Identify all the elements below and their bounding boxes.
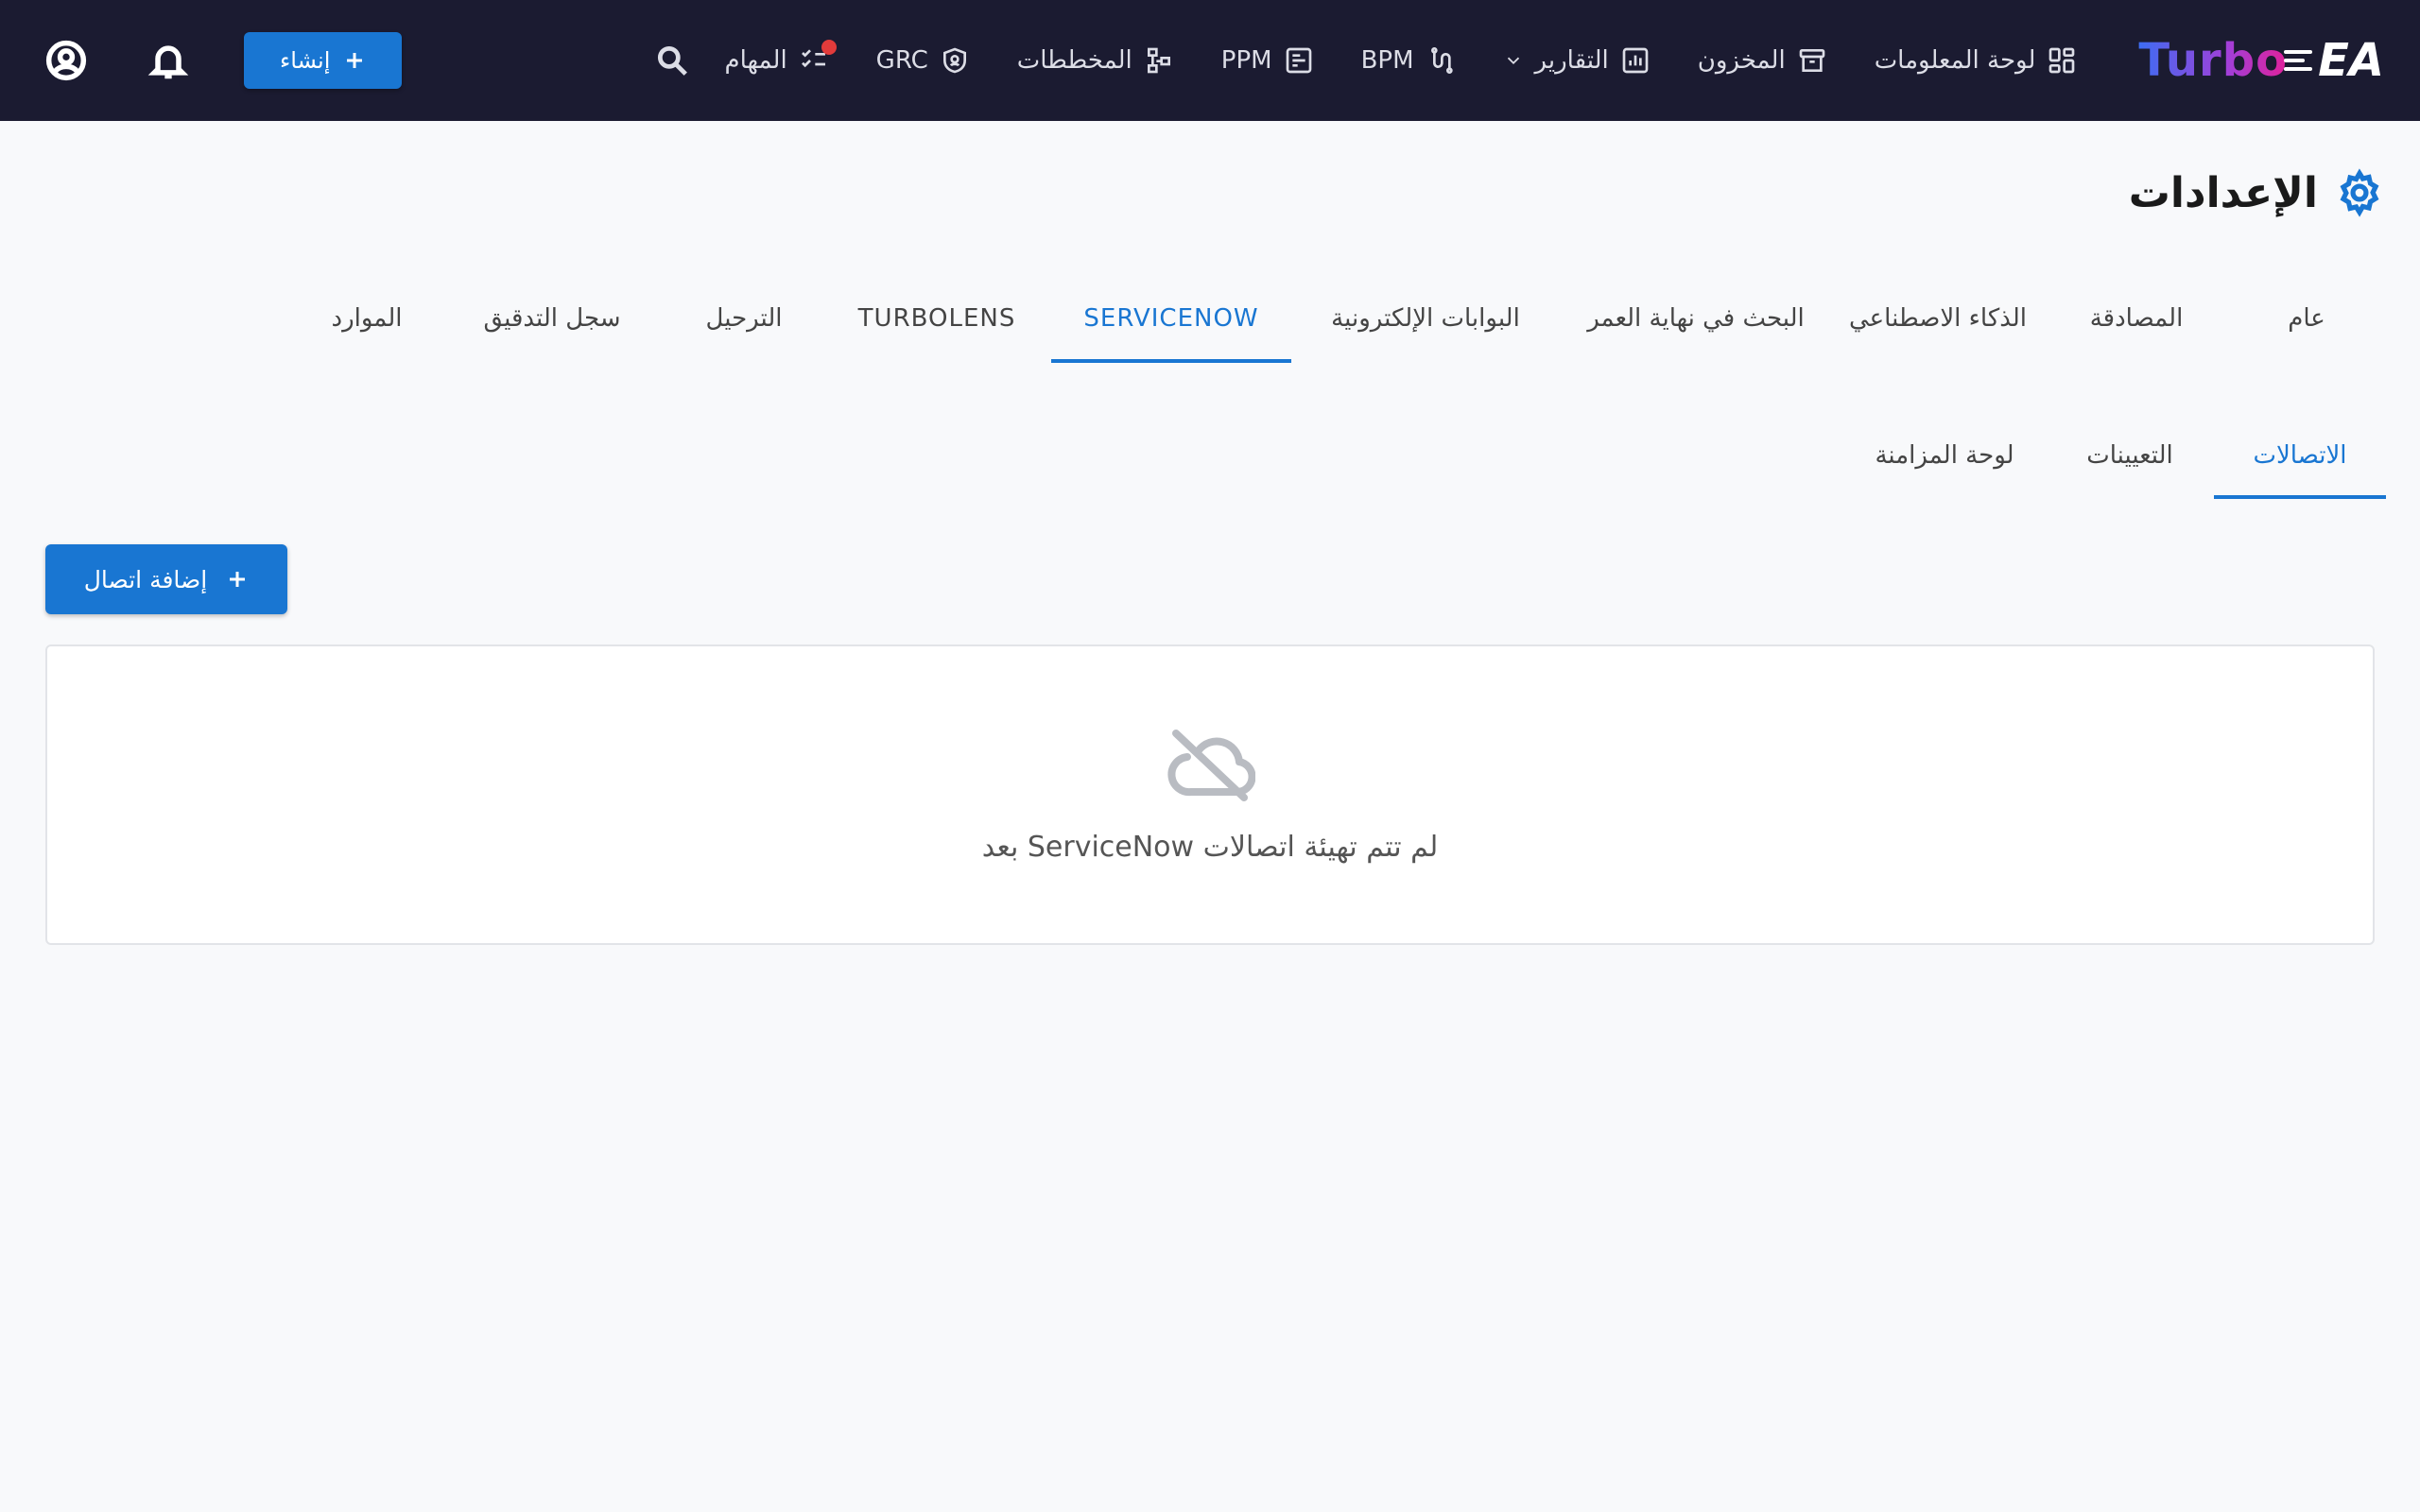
subtab-sync-dashboard[interactable]: لوحة المزامنة <box>1843 412 2046 499</box>
logo-text-turbo: Turbo <box>2138 34 2289 87</box>
tab-audit-log[interactable]: سجل التدقيق <box>439 274 666 363</box>
main-nav: لوحة المعلومات المخزون التقارير BPM PPM … <box>700 0 2100 121</box>
chevron-down-icon <box>1507 57 1519 65</box>
nav-item-diagrams[interactable]: المخططات <box>994 0 1198 121</box>
gear-icon <box>2340 168 2379 217</box>
nav-item-reports[interactable]: التقارير <box>1479 0 1674 121</box>
tab-resources[interactable]: الموارد <box>295 274 439 363</box>
tab-ai[interactable]: الذكاء الاصطناعي <box>1832 274 2044 363</box>
tab-general[interactable]: عام <box>2229 274 2384 363</box>
flow-icon <box>1430 47 1453 74</box>
nav-item-label: التقارير <box>1534 46 1609 75</box>
search-button[interactable] <box>644 32 700 89</box>
notification-badge <box>821 40 837 55</box>
archive-icon <box>1799 49 1825 72</box>
account-button[interactable] <box>38 32 95 89</box>
settings-tabs: عام المصادقة الذكاء الاصطناعي البحث في ن… <box>295 274 2384 363</box>
nav-item-bpm[interactable]: BPM <box>1338 0 1479 121</box>
chart-icon <box>1622 47 1649 74</box>
top-navigation-bar: Turbo EA لوحة المعلومات المخزون التقارير… <box>0 0 2420 121</box>
create-button[interactable]: إنشاء <box>244 32 403 89</box>
nav-item-inventory[interactable]: المخزون <box>1674 0 1851 121</box>
nav-item-label: GRC <box>875 46 928 75</box>
nav-item-tasks[interactable]: المهام <box>700 0 852 121</box>
tab-migration[interactable]: الترحيل <box>666 274 822 363</box>
nav-item-grc[interactable]: GRC <box>853 0 994 121</box>
subtab-connections[interactable]: الاتصالات <box>2214 412 2386 499</box>
shield-icon <box>942 47 966 74</box>
plus-icon <box>347 53 363 68</box>
tab-portals[interactable]: البوابات الإلكترونية <box>1291 274 1560 363</box>
add-connection-label: إضافة اتصال <box>83 565 208 593</box>
tab-servicenow[interactable]: SERVICENOW <box>1051 274 1291 363</box>
logo-speed-lines <box>2284 50 2313 71</box>
tab-eol-search[interactable]: البحث في نهاية العمر <box>1560 274 1832 363</box>
page-header: الإعدادات <box>2129 168 2384 217</box>
nav-item-label: المخططات <box>1016 46 1132 75</box>
nav-item-label: BPM <box>1360 46 1414 75</box>
nav-item-label: المخزون <box>1697 46 1786 75</box>
notifications-button[interactable] <box>140 32 197 89</box>
search-icon <box>658 45 688 76</box>
nav-item-ppm[interactable]: PPM <box>1198 0 1338 121</box>
connections-empty-state: لم تتم تهيئة اتصالات ServiceNow بعد <box>45 644 2375 945</box>
empty-state-message: لم تتم تهيئة اتصالات ServiceNow بعد <box>981 830 1439 864</box>
plus-icon <box>230 572 246 587</box>
servicenow-subtabs: الاتصالات التعيينات لوحة المزامنة <box>1843 412 2386 499</box>
add-connection-button[interactable]: إضافة اتصال <box>45 544 287 614</box>
bell-icon <box>147 45 189 79</box>
nav-item-label: لوحة المعلومات <box>1874 46 2036 75</box>
tab-authentication[interactable]: المصادقة <box>2044 274 2229 363</box>
tab-turbolens[interactable]: TURBOLENS <box>822 274 1051 363</box>
tasks-icon-wrapper <box>799 40 837 76</box>
create-button-label: إنشاء <box>280 47 331 74</box>
nav-item-label: المهام <box>724 46 787 75</box>
subtab-mappings[interactable]: التعيينات <box>2046 412 2214 499</box>
board-icon <box>1286 47 1311 74</box>
dashboard-icon <box>2049 47 2075 74</box>
logo-text-ea: EA <box>2318 34 2384 87</box>
user-avatar-icon <box>45 40 87 81</box>
diagram-icon <box>1147 47 1170 74</box>
cloud-off-icon <box>1167 729 1255 801</box>
page-title: الإعدادات <box>2128 168 2318 217</box>
nav-item-label: PPM <box>1220 46 1272 75</box>
nav-item-dashboard[interactable]: لوحة المعلومات <box>1851 0 2101 121</box>
turbo-ea-logo[interactable]: Turbo EA <box>2138 0 2384 121</box>
